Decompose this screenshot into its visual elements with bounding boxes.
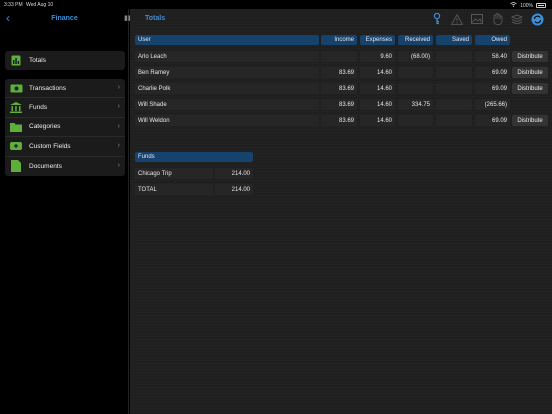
documents-icon — [9, 160, 23, 173]
main-panel: Totals User Income Expenses Received Sav… — [130, 9, 552, 414]
cell-income: 83.69 — [321, 115, 357, 126]
cell-received: 334.75 — [398, 99, 433, 110]
column-header-received[interactable]: Received — [398, 35, 433, 45]
cell-expenses: 14.60 — [360, 67, 395, 78]
key-icon[interactable] — [430, 12, 444, 26]
chevron-right-icon: › — [117, 142, 120, 150]
cell-expenses: 14.60 — [360, 83, 395, 94]
cell-owed: 58.40 — [475, 51, 510, 62]
column-header-owed[interactable]: Owed — [475, 35, 510, 45]
layers-icon[interactable] — [510, 12, 524, 26]
funds-header: Funds — [135, 152, 253, 162]
distribute-button[interactable]: Distribute — [512, 67, 548, 78]
custom-fields-icon — [9, 141, 23, 152]
sidebar-header: ‹ Finance ▮▮ — [0, 9, 132, 29]
sidebar-item-transactions[interactable]: Transactions › — [5, 79, 125, 99]
battery-percent: 100% — [520, 2, 533, 9]
chevron-right-icon: › — [117, 161, 120, 169]
distribute-button[interactable]: Distribute — [512, 115, 548, 126]
cell-saved — [436, 115, 472, 126]
column-header-expenses[interactable]: Expenses — [360, 35, 395, 45]
column-header-saved[interactable]: Saved — [436, 35, 472, 45]
cell-user: Charlie Polk — [135, 83, 319, 94]
totals-icon — [9, 55, 23, 66]
sidebar-group-main: Transactions › Funds › Categories › Cust… — [5, 79, 125, 176]
categories-icon — [9, 121, 23, 132]
chevron-right-icon: › — [117, 84, 120, 91]
cell-saved — [436, 99, 472, 110]
sidebar-item-totals[interactable]: Totals — [5, 51, 125, 70]
cell-expenses: 14.60 — [360, 99, 395, 110]
cell-received — [398, 83, 433, 94]
sidebar-item-label: Transactions — [29, 84, 66, 92]
chevron-right-icon: › — [117, 122, 120, 130]
hand-icon[interactable] — [490, 12, 504, 26]
funds-icon — [9, 102, 23, 114]
sidebar: ‹ Finance ▮▮ Totals Transactions › Funds… — [0, 9, 132, 414]
toolbar — [430, 12, 544, 26]
sidebar-item-label: Categories — [29, 123, 61, 131]
column-header-income[interactable]: Income — [321, 35, 357, 45]
cell-user: Ben Ramey — [135, 67, 319, 78]
cell-income — [321, 51, 357, 62]
wifi-icon — [510, 2, 517, 9]
fund-name: Chicago Trip — [135, 168, 213, 179]
chevron-right-icon: › — [117, 103, 120, 111]
cell-owed: (265.66) — [475, 99, 510, 110]
sidebar-group-totals: Totals — [5, 51, 125, 71]
image-icon[interactable] — [470, 12, 484, 26]
status-time: 3:33 PM — [4, 2, 23, 8]
cell-user: Will Weldon — [135, 115, 319, 126]
column-header-user[interactable]: User — [135, 35, 319, 45]
warning-icon[interactable] — [450, 12, 464, 26]
cell-saved — [436, 67, 472, 78]
cell-expenses: 14.60 — [360, 115, 395, 126]
cell-saved — [436, 83, 472, 94]
sidebar-item-label: Funds — [29, 104, 48, 112]
cell-user: Arlo Leach — [135, 51, 319, 62]
cell-expenses: 9.60 — [360, 51, 395, 62]
sidebar-item-documents[interactable]: Documents › — [5, 157, 125, 176]
main-header: Totals — [130, 9, 552, 29]
page-title: Totals — [145, 15, 166, 22]
cell-saved — [436, 51, 472, 62]
cell-income: 83.69 — [321, 99, 357, 110]
sidebar-item-funds[interactable]: Funds › — [5, 98, 125, 118]
fund-value: 214.00 — [215, 168, 253, 179]
transactions-icon — [9, 83, 23, 94]
fund-total-label: TOTAL — [135, 184, 213, 195]
cell-owed: 69.09 — [475, 83, 510, 94]
status-date: Wed Aug 10 — [26, 2, 54, 8]
cell-received — [398, 67, 433, 78]
cell-income: 83.69 — [321, 67, 357, 78]
status-bar: 3:33 PM Wed Aug 10 100% — [0, 0, 552, 9]
cell-received — [398, 115, 433, 126]
fund-total-value: 214.00 — [215, 184, 253, 195]
battery-icon — [536, 3, 546, 8]
sidebar-item-label: Custom Fields — [29, 142, 71, 150]
cell-owed: 69.09 — [475, 115, 510, 126]
cell-income: 83.69 — [321, 83, 357, 94]
sidebar-item-custom-fields[interactable]: Custom Fields › — [5, 137, 125, 157]
sync-icon[interactable] — [530, 12, 544, 26]
distribute-button[interactable]: Distribute — [512, 83, 548, 94]
distribute-button[interactable]: Distribute — [512, 51, 548, 62]
cell-received: (68.00) — [398, 51, 433, 62]
sidebar-item-label: Totals — [29, 57, 46, 65]
sidebar-title: Finance — [51, 15, 78, 22]
sidebar-item-label: Documents — [29, 162, 62, 170]
sidebar-item-categories[interactable]: Categories › — [5, 118, 125, 138]
cell-owed: 69.09 — [475, 67, 510, 78]
cell-user: Will Shade — [135, 99, 319, 110]
